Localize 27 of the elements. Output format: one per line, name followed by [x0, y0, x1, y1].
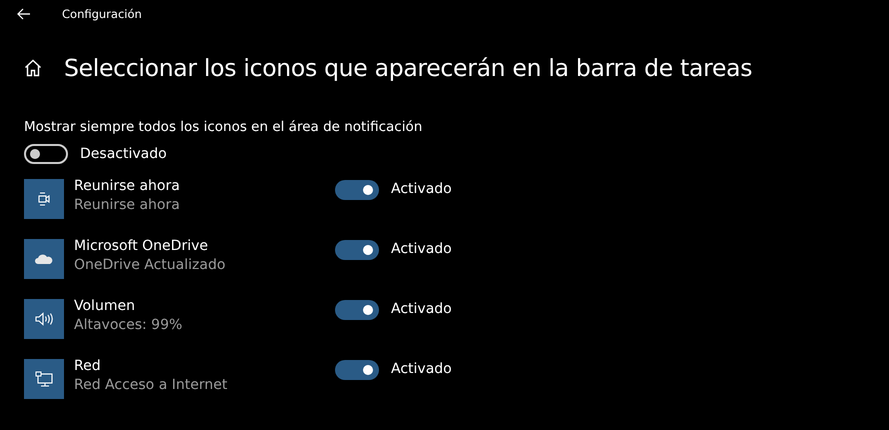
toggle-switch[interactable] [335, 360, 379, 380]
cloud-icon [35, 254, 53, 264]
toggle-state: Activado [391, 301, 452, 317]
monitor-icon [35, 371, 53, 387]
setting-label: Mostrar siempre todos los iconos en el área de notificación [24, 119, 424, 135]
toggle-state: Activado [391, 361, 452, 377]
toggle-state: Activado [391, 181, 452, 197]
app-status: Reunirse ahora [74, 196, 181, 215]
app-name: Reunirse ahora [74, 177, 181, 196]
app-status: Red Acceso a Internet [74, 376, 228, 395]
home-icon[interactable] [24, 59, 42, 77]
camera-icon [37, 191, 51, 207]
page-heading: Seleccionar los iconos que aparecerán en la barra de tareas [64, 54, 752, 82]
toggle-switch[interactable] [335, 180, 379, 200]
back-icon[interactable] [17, 8, 31, 20]
app-status: Altavoces: 99% [74, 316, 184, 335]
toggle-switch[interactable] [335, 300, 379, 320]
toggle-switch[interactable] [335, 240, 379, 260]
toggle-switch[interactable] [24, 144, 68, 164]
app-name: Red [74, 357, 102, 376]
toggle-state: Activado [391, 241, 452, 257]
window-title: Configuración [62, 7, 142, 21]
app-name: Volumen [74, 297, 136, 316]
speaker-icon [35, 312, 53, 326]
app-name: Microsoft OneDrive [74, 237, 209, 256]
toggle-state: Desactivado [80, 146, 167, 162]
app-status: OneDrive Actualizado [74, 256, 226, 275]
